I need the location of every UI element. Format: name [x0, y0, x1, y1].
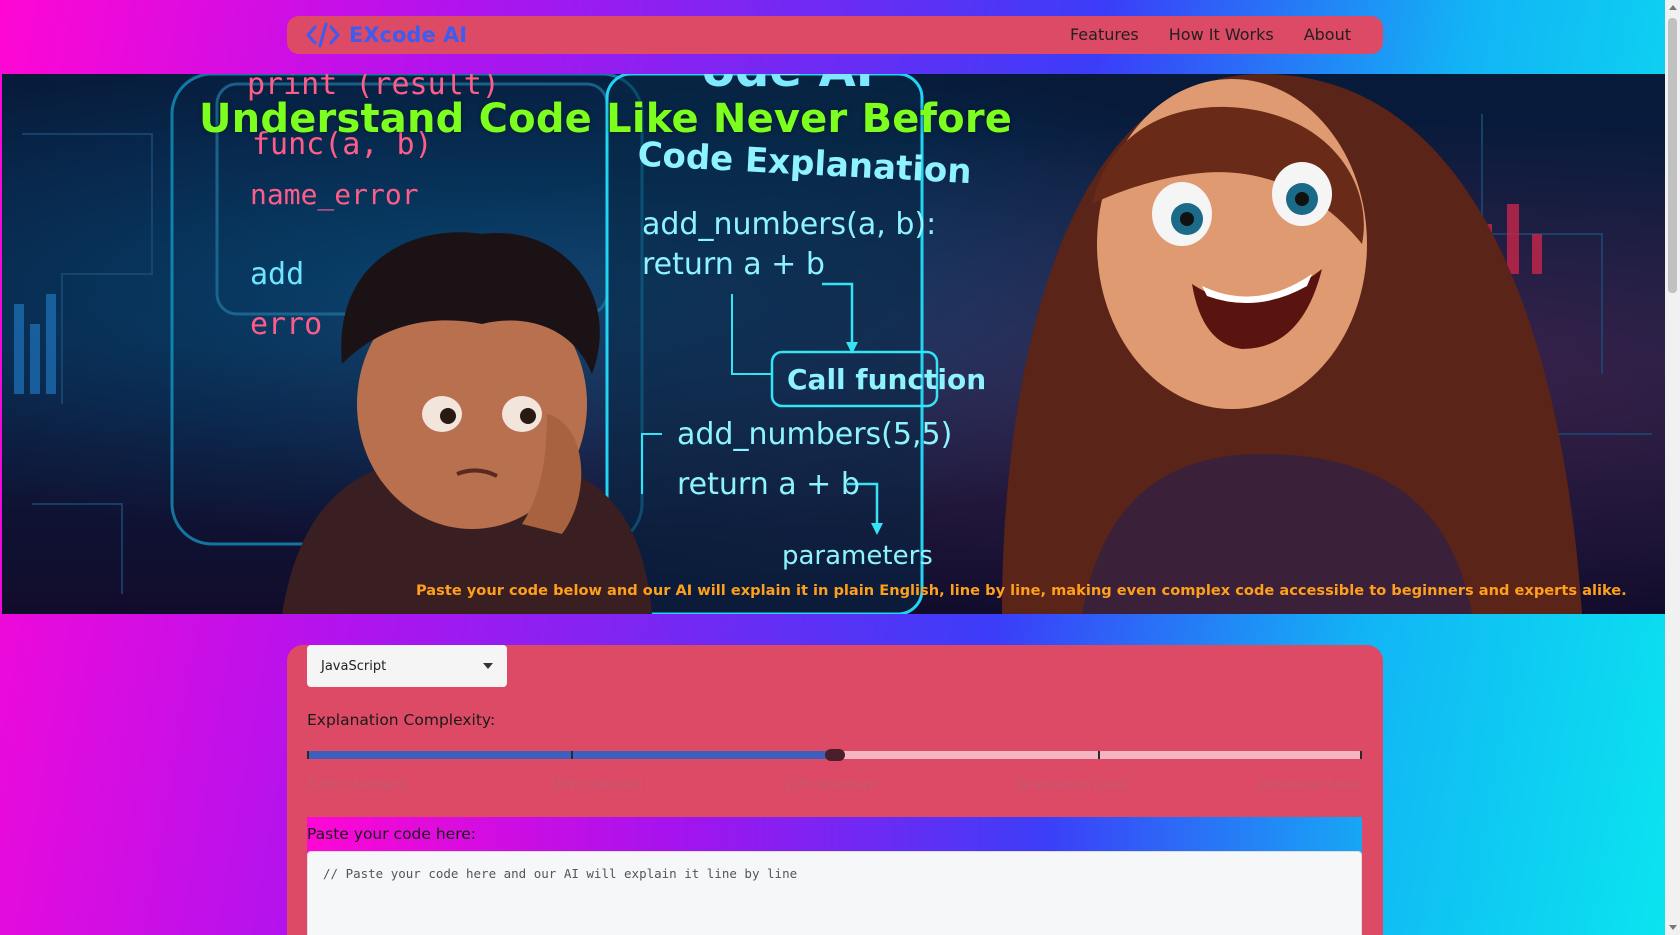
slider-tick — [307, 751, 309, 759]
slider-tick — [1098, 751, 1100, 759]
logo-text: EXcode AI — [349, 23, 468, 47]
page-scrollbar[interactable] — [1665, 0, 1680, 935]
girl-figure — [1002, 74, 1582, 614]
logo[interactable]: EXcode AI — [305, 21, 467, 49]
navbar: EXcode AI Features How It Works About — [287, 16, 1383, 54]
scroll-up-icon[interactable] — [1669, 5, 1677, 10]
complexity-level-label: 5-8th Standard — [307, 778, 405, 793]
nav-link-features[interactable]: Features — [1070, 25, 1139, 44]
complexity-level-label: Graduation Level — [1017, 778, 1129, 793]
page: EXcode AI Features How It Works About Co… — [2, 0, 1665, 935]
complexity-label: Explanation Complexity: — [307, 711, 496, 729]
art-top-fragment: ode AI — [702, 74, 874, 98]
code-icon — [306, 22, 340, 48]
hero-title: Understand Code Like Never Before — [199, 96, 1013, 142]
complexity-level-labels: 5-8th Standard 10th Standard 12th Standa… — [307, 778, 1362, 796]
language-select[interactable]: JavaScript — [307, 645, 507, 687]
art-left-line-3: name_error — [250, 178, 419, 212]
art-line-2: return a + b — [642, 247, 825, 282]
slider-thumb[interactable] — [824, 749, 845, 761]
code-input-textarea[interactable]: // Paste your code here and our AI will … — [307, 851, 1362, 935]
boy-figure — [282, 232, 652, 614]
nav-link-about[interactable]: About — [1304, 25, 1351, 44]
art-line-1: add_numbers(a, b): — [642, 207, 936, 242]
art-line-3: Call function — [787, 363, 986, 396]
slider-tick — [1360, 751, 1362, 759]
slider-tick — [571, 751, 573, 759]
complexity-slider[interactable] — [307, 749, 1362, 761]
scroll-down-icon[interactable] — [1669, 925, 1677, 930]
code-input-card: JavaScript Explanation Complexity: 5-8th… — [287, 645, 1383, 935]
scrollbar-thumb[interactable] — [1668, 18, 1677, 293]
complexity-level-label: 10th Standard — [549, 778, 643, 793]
art-left-line-5: erro — [250, 307, 322, 342]
code-section-header: Paste your code here: — [307, 817, 1362, 853]
complexity-level-label: 12th Standard — [783, 778, 877, 793]
hero-banner: Code Explanation add_numbers(a, b): retu… — [2, 74, 1665, 614]
complexity-level-label: Advanced Level — [1259, 778, 1362, 793]
nav-link-how-it-works[interactable]: How It Works — [1169, 25, 1274, 44]
chevron-down-icon — [483, 663, 493, 669]
art-line-4: add_numbers(5,5) — [677, 417, 952, 452]
art-left-line-4: add — [250, 257, 304, 292]
hero-subtitle: Paste your code below and our AI will ex… — [416, 582, 1627, 599]
code-input-label: Paste your code here: — [307, 825, 477, 843]
nav-links: Features How It Works About — [1070, 25, 1351, 44]
art-line-6: parameters — [782, 541, 933, 571]
hero-illustration: Code Explanation add_numbers(a, b): retu… — [14, 74, 1652, 614]
art-line-5: return a + b — [677, 467, 860, 502]
language-select-value: JavaScript — [321, 658, 387, 674]
